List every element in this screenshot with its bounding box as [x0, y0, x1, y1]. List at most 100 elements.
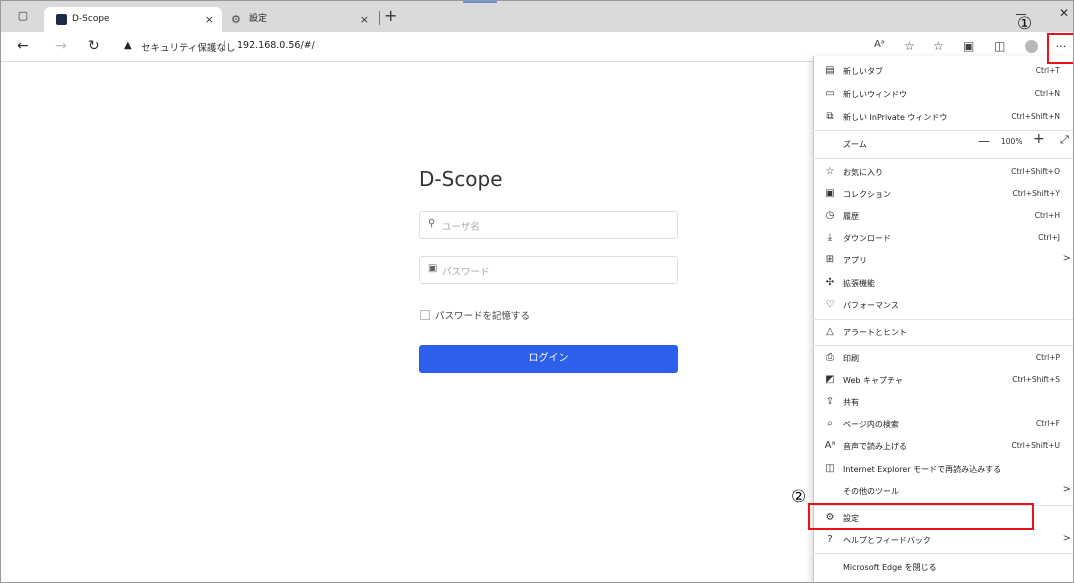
reload-icon[interactable]: ↻ [88, 38, 100, 54]
menu-item-help[interactable]: ? ヘルプとフィードバック > [813, 530, 1073, 551]
help-icon: ? [827, 534, 833, 545]
read-aloud-icon: Aᵃ [824, 440, 836, 451]
menu-item-more-tools[interactable]: その他のツール > [813, 481, 1073, 502]
new-tab-icon: ▤ [825, 65, 835, 76]
menu-item-shortcut: Ctrl+Shift+S [1012, 375, 1060, 384]
menu-divider [813, 158, 1073, 159]
menu-item-collections[interactable]: ▣ コレクション Ctrl+Shift+Y [813, 184, 1073, 205]
forward-icon[interactable]: → [55, 38, 67, 54]
collections-icon[interactable]: ▣ [963, 39, 974, 53]
menu-divider [813, 345, 1073, 346]
menu-item-label: Internet Explorer モードで再読み込みする [843, 465, 1002, 474]
favorites-icon[interactable]: ☆ [933, 39, 944, 53]
bell-icon: △ [826, 326, 834, 337]
menu-item-new-window[interactable]: ▭ 新しいウィンドウ Ctrl+N [813, 84, 1073, 105]
menu-item-label: アプリ [843, 256, 867, 265]
login-title: D-Scope [419, 167, 503, 191]
menu-item-shortcut: Ctrl+Shift+N [1011, 112, 1060, 121]
tab-dscope[interactable]: D-Scope × [44, 7, 222, 32]
browser-essentials-icon[interactable]: ◫ [994, 39, 1005, 53]
menu-item-label: ヘルプとフィードバック [843, 536, 931, 545]
menu-item-share[interactable]: ⇪ 共有 [813, 392, 1073, 413]
password-input[interactable]: ▣ パスワード [419, 256, 678, 284]
annotation-box-more [1047, 33, 1073, 64]
extensions-icon: ✣ [825, 277, 835, 288]
favorites-icon: ☆ [825, 166, 835, 177]
menu-item-label: アラートとヒント [843, 328, 907, 337]
window-close-button[interactable]: ✕ [1059, 6, 1069, 20]
fullscreen-icon[interactable]: ⤢ [1060, 133, 1069, 147]
menu-item-shortcut: Ctrl+Shift+O [1011, 167, 1060, 176]
find-icon: ⌕ [827, 418, 833, 429]
zoom-out-button[interactable]: — [978, 134, 990, 148]
menu-item-performance[interactable]: ♡ パフォーマンス [813, 295, 1073, 316]
tab-close-icon[interactable]: × [205, 7, 214, 32]
read-aloud-icon[interactable]: Aᵃ [874, 39, 885, 50]
annotation-step-2: ② [791, 487, 807, 507]
print-icon: ⎙ [826, 352, 834, 363]
chevron-right-icon: > [1062, 533, 1071, 544]
menu-item-find[interactable]: ⌕ ページ内の検索 Ctrl+F [813, 414, 1073, 435]
gear-icon: ⚙ [231, 13, 241, 26]
new-tab-button[interactable]: + [384, 6, 397, 25]
tab-separator [379, 11, 380, 25]
warning-icon[interactable]: ▲ [124, 40, 132, 51]
menu-item-label: 履歴 [843, 212, 859, 221]
security-status[interactable]: セキュリティ保護なし [141, 40, 235, 54]
annotation-box-settings [808, 503, 1034, 530]
menu-item-label: 印刷 [843, 354, 859, 363]
menu-item-label: ページ内の検索 [843, 420, 899, 429]
menu-item-read-aloud[interactable]: Aᵃ 音声で読み上げる Ctrl+Shift+U [813, 436, 1073, 457]
menu-item-shortcut: Ctrl+T [1035, 66, 1060, 75]
menu-item-extensions[interactable]: ✣ 拡張機能 [813, 273, 1073, 294]
tab-label: D-Scope [72, 14, 110, 24]
menu-item-shortcut: Ctrl+N [1034, 89, 1060, 98]
favorite-add-icon[interactable]: ☆ [904, 39, 915, 53]
menu-item-new-tab[interactable]: ▤ 新しいタブ Ctrl+T [813, 61, 1073, 82]
new-window-icon: ▭ [825, 88, 835, 99]
menu-item-inprivate[interactable]: ⧉ 新しい InPrivate ウィンドウ Ctrl+Shift+N [813, 107, 1073, 128]
tab-label: 設定 [249, 14, 268, 24]
menu-item-label: 新しい InPrivate ウィンドウ [843, 113, 948, 122]
menu-item-close-edge[interactable]: Microsoft Edge を閉じる [813, 557, 1073, 578]
menu-item-print[interactable]: ⎙ 印刷 Ctrl+P [813, 348, 1073, 369]
tab-actions-icon[interactable]: ▢ [15, 9, 31, 23]
url-input[interactable]: 192.168.0.56/#/ [237, 40, 315, 51]
menu-item-history[interactable]: ◷ 履歴 Ctrl+H [813, 206, 1073, 227]
menu-item-alerts[interactable]: △ アラートとヒント [813, 322, 1073, 343]
profile-icon[interactable] [1025, 40, 1038, 53]
menu-item-downloads[interactable]: ⤓ ダウンロード Ctrl+J [813, 228, 1073, 249]
remember-checkbox[interactable] [420, 310, 430, 320]
menu-item-label: Web キャプチャ [843, 376, 903, 385]
menu-item-favorites[interactable]: ☆ お気に入り Ctrl+Shift+O [813, 162, 1073, 183]
menu-item-shortcut: Ctrl+P [1035, 353, 1060, 362]
menu-item-label: ズーム [843, 140, 867, 149]
back-icon[interactable]: ← [17, 38, 29, 54]
tab-strip: ▢ D-Scope × ⚙ 設定 × + － ✕ [1, 1, 1073, 32]
user-icon: ⚲ [428, 218, 436, 229]
annotation-step-1: ① [1017, 14, 1033, 34]
remember-label[interactable]: パスワードを記憶する [435, 308, 530, 322]
login-button[interactable]: ログイン [419, 345, 678, 373]
share-icon: ⇪ [825, 396, 835, 407]
download-icon: ⤓ [827, 232, 833, 243]
performance-icon: ♡ [825, 299, 835, 310]
lock-icon: ▣ [428, 263, 438, 274]
username-input[interactable]: ⚲ ユーザ名 [419, 211, 678, 239]
tab-close-icon[interactable]: × [360, 7, 369, 32]
page-content [1, 63, 813, 582]
inprivate-icon: ⧉ [826, 111, 834, 122]
menu-item-shortcut: Ctrl+J [1038, 233, 1060, 242]
chevron-right-icon: > [1062, 484, 1071, 495]
menu-item-label: Microsoft Edge を閉じる [843, 563, 937, 572]
menu-item-ie-mode[interactable]: ◫ Internet Explorer モードで再読み込みする [813, 459, 1073, 480]
tab-settings[interactable]: ⚙ 設定 × [227, 7, 377, 32]
menu-item-apps[interactable]: ⊞ アプリ > [813, 250, 1073, 271]
zoom-level: 100% [1001, 137, 1023, 146]
menu-item-shortcut: Ctrl+Shift+U [1011, 441, 1060, 450]
zoom-in-button[interactable]: + [1033, 131, 1045, 147]
web-capture-icon: ◩ [825, 374, 835, 385]
address-divider: | [223, 40, 227, 51]
menu-divider [813, 319, 1073, 320]
menu-item-web-capture[interactable]: ◩ Web キャプチャ Ctrl+Shift+S [813, 370, 1073, 391]
